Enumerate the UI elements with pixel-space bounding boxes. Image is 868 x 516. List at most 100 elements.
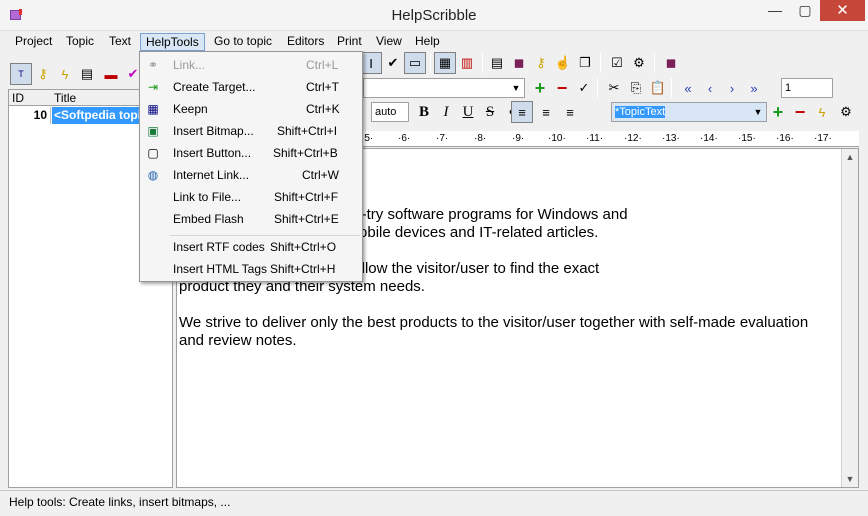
ruler-tick: ·15· (738, 133, 756, 144)
menu-item-shortcut: Shift+Ctrl+H (270, 262, 336, 276)
scroll-down-icon[interactable]: ▼ (842, 471, 858, 487)
italic-button[interactable]: I (435, 101, 457, 123)
page-number-input[interactable]: 1 (781, 78, 833, 98)
menu-print[interactable]: Print (332, 33, 367, 51)
menu-item-shortcut: Ctrl+T (306, 80, 339, 94)
menu-go-to-topic[interactable]: Go to topic (209, 33, 277, 51)
style-editor-icon[interactable]: ⚙ (835, 101, 857, 123)
menu-helptools[interactable]: HelpTools (140, 33, 205, 51)
close-button[interactable]: ✕ (820, 0, 865, 21)
column-header-title[interactable]: Title (54, 91, 76, 105)
prev-topic-icon[interactable]: ‹ (699, 77, 721, 99)
menu-item-label: Insert Bitmap... (173, 124, 254, 138)
first-topic-icon[interactable]: « (677, 77, 699, 99)
toolbar-format: auto B I U S ● ≡ ≡ ≡ *TopicText▼ + − ϟ ⚙ (363, 100, 859, 124)
next-topic-icon[interactable]: › (721, 77, 743, 99)
menu-item-insert-html-tags[interactable]: Insert HTML Tags Shift+Ctrl+H (140, 258, 362, 280)
menu-item-label: Insert HTML Tags (173, 262, 268, 276)
plus-icon[interactable]: + (529, 77, 551, 99)
paragraph-style-combo[interactable]: *TopicText ▼ (611, 102, 767, 122)
menu-project[interactable]: Project (10, 33, 57, 51)
book-icon[interactable]: ◼ (660, 52, 682, 74)
paste-icon[interactable]: 📋 (647, 77, 669, 99)
menu-item-insert-button[interactable]: ▢ Insert Button... Shift+Ctrl+B (140, 142, 362, 164)
toolbar-second: ▼ + − ✓ ✂ ⎘ 📋 « ‹ › » 1 (363, 76, 859, 100)
menu-item-internet-link[interactable]: ◍ Internet Link... Ctrl+W (140, 164, 362, 186)
align-center-icon[interactable]: ≡ (535, 101, 557, 123)
menu-item-label: Internet Link... (173, 168, 250, 182)
menu-item-create-target[interactable]: ⇥ Create Target... Ctrl+T (140, 76, 362, 98)
copy-icon[interactable]: ⎘ (625, 77, 647, 99)
minimize-button[interactable]: — (760, 0, 790, 21)
menu-item-shortcut: Shift+Ctrl+I (277, 124, 338, 138)
scroll-up-icon[interactable]: ▲ (842, 149, 858, 165)
menu-item-link[interactable]: ⚭ Link... Ctrl+L (140, 54, 362, 76)
align-right-icon[interactable]: ≡ (559, 101, 581, 123)
menu-bar: Project Topic Text HelpTools Go to topic… (0, 31, 868, 51)
menu-item-shortcut: Ctrl+K (306, 102, 340, 116)
books-icon[interactable]: ◼ (508, 52, 530, 74)
editor-line: We strive to deliver only the best produ… (179, 314, 809, 331)
ruler-tick: ·13· (662, 133, 680, 144)
menu-item-label: Link... (173, 58, 206, 72)
topic-id: 10 (9, 107, 51, 124)
maximize-button[interactable]: ▢ (790, 0, 820, 21)
windows-icon[interactable]: ❐ (574, 52, 596, 74)
grid-icon[interactable]: ▥ (456, 52, 478, 74)
separator (430, 53, 431, 73)
menu-item-link-to-file[interactable]: Link to File... Shift+Ctrl+F (140, 186, 362, 208)
font-name-combo[interactable]: ▼ (363, 78, 525, 98)
key-icon[interactable]: ⚷ (530, 52, 552, 74)
font-size-combo[interactable]: auto (371, 102, 409, 122)
toolbar-main: Ι ✔ ▭ ▦ ▥ ▤ ◼ ⚷ ☝ ❐ ☑ ⚙ ◼ (360, 51, 868, 76)
separator (654, 53, 655, 73)
text-cursor-icon[interactable]: Ι (360, 52, 382, 74)
compile-icon[interactable]: ⚙ (628, 52, 650, 74)
align-left-icon[interactable]: ≡ (511, 101, 533, 123)
ruler-tick: ·9· (512, 133, 525, 144)
preview-icon[interactable]: ▤ (486, 52, 508, 74)
cut-icon[interactable]: ✂ (603, 77, 625, 99)
check-icon[interactable]: ✔ (382, 52, 404, 74)
underline-button[interactable]: U (457, 101, 479, 123)
spell-check-icon[interactable]: ✓ (573, 77, 595, 99)
menu-item-label: Create Target... (173, 80, 256, 94)
menu-item-label: Embed Flash (173, 212, 244, 226)
minus-icon[interactable]: − (551, 77, 573, 99)
ruler-tick: ·14· (700, 133, 718, 144)
page-icon[interactable]: ▤ (76, 63, 98, 85)
menu-item-insert-bitmap[interactable]: ▣ Insert Bitmap... Shift+Ctrl+I (140, 120, 362, 142)
menu-text[interactable]: Text (104, 33, 136, 51)
chevron-down-icon: ▼ (753, 107, 763, 117)
menu-topic[interactable]: Topic (61, 33, 99, 51)
hand-icon[interactable]: ☝ (552, 52, 574, 74)
bold-button[interactable]: B (413, 101, 435, 123)
style-tool-icon[interactable]: ϟ (811, 101, 833, 123)
menu-item-insert-rtf-codes[interactable]: Insert RTF codes Shift+Ctrl+O (140, 236, 362, 258)
status-text: Help tools: Create links, insert bitmaps… (9, 495, 231, 509)
keepn-icon: ▦ (147, 102, 159, 116)
menu-item-keepn[interactable]: ▦ Keepn Ctrl+K (140, 98, 362, 120)
menu-view[interactable]: View (371, 33, 407, 51)
strikethrough-button[interactable]: S (479, 101, 501, 123)
vertical-scrollbar[interactable]: ▲ ▼ (841, 149, 858, 487)
keyword-icon[interactable]: ϟ (54, 63, 76, 85)
title-mode-icon[interactable]: T (10, 63, 32, 85)
minus-icon[interactable]: − (789, 101, 811, 123)
checklist-icon[interactable]: ☑ (606, 52, 628, 74)
menu-editors[interactable]: Editors (282, 33, 329, 51)
menu-item-embed-flash[interactable]: Embed Flash Shift+Ctrl+E (140, 208, 362, 230)
plus-icon[interactable]: + (767, 101, 789, 123)
target-icon: ⇥ (147, 80, 159, 94)
link-icon: ⚭ (147, 58, 159, 72)
ruler-tick: ·12· (624, 133, 642, 144)
image-icon[interactable]: ▭ (404, 52, 426, 74)
calendar-icon[interactable]: ▦ (434, 52, 456, 74)
column-header-id[interactable]: ID (12, 91, 24, 105)
separator (482, 53, 483, 73)
menu-help[interactable]: Help (410, 33, 445, 51)
menu-item-shortcut: Shift+Ctrl+F (274, 190, 339, 204)
key-icon[interactable]: ⚷ (32, 63, 54, 85)
last-topic-icon[interactable]: » (743, 77, 765, 99)
window-icon[interactable]: ▬ (100, 63, 122, 85)
